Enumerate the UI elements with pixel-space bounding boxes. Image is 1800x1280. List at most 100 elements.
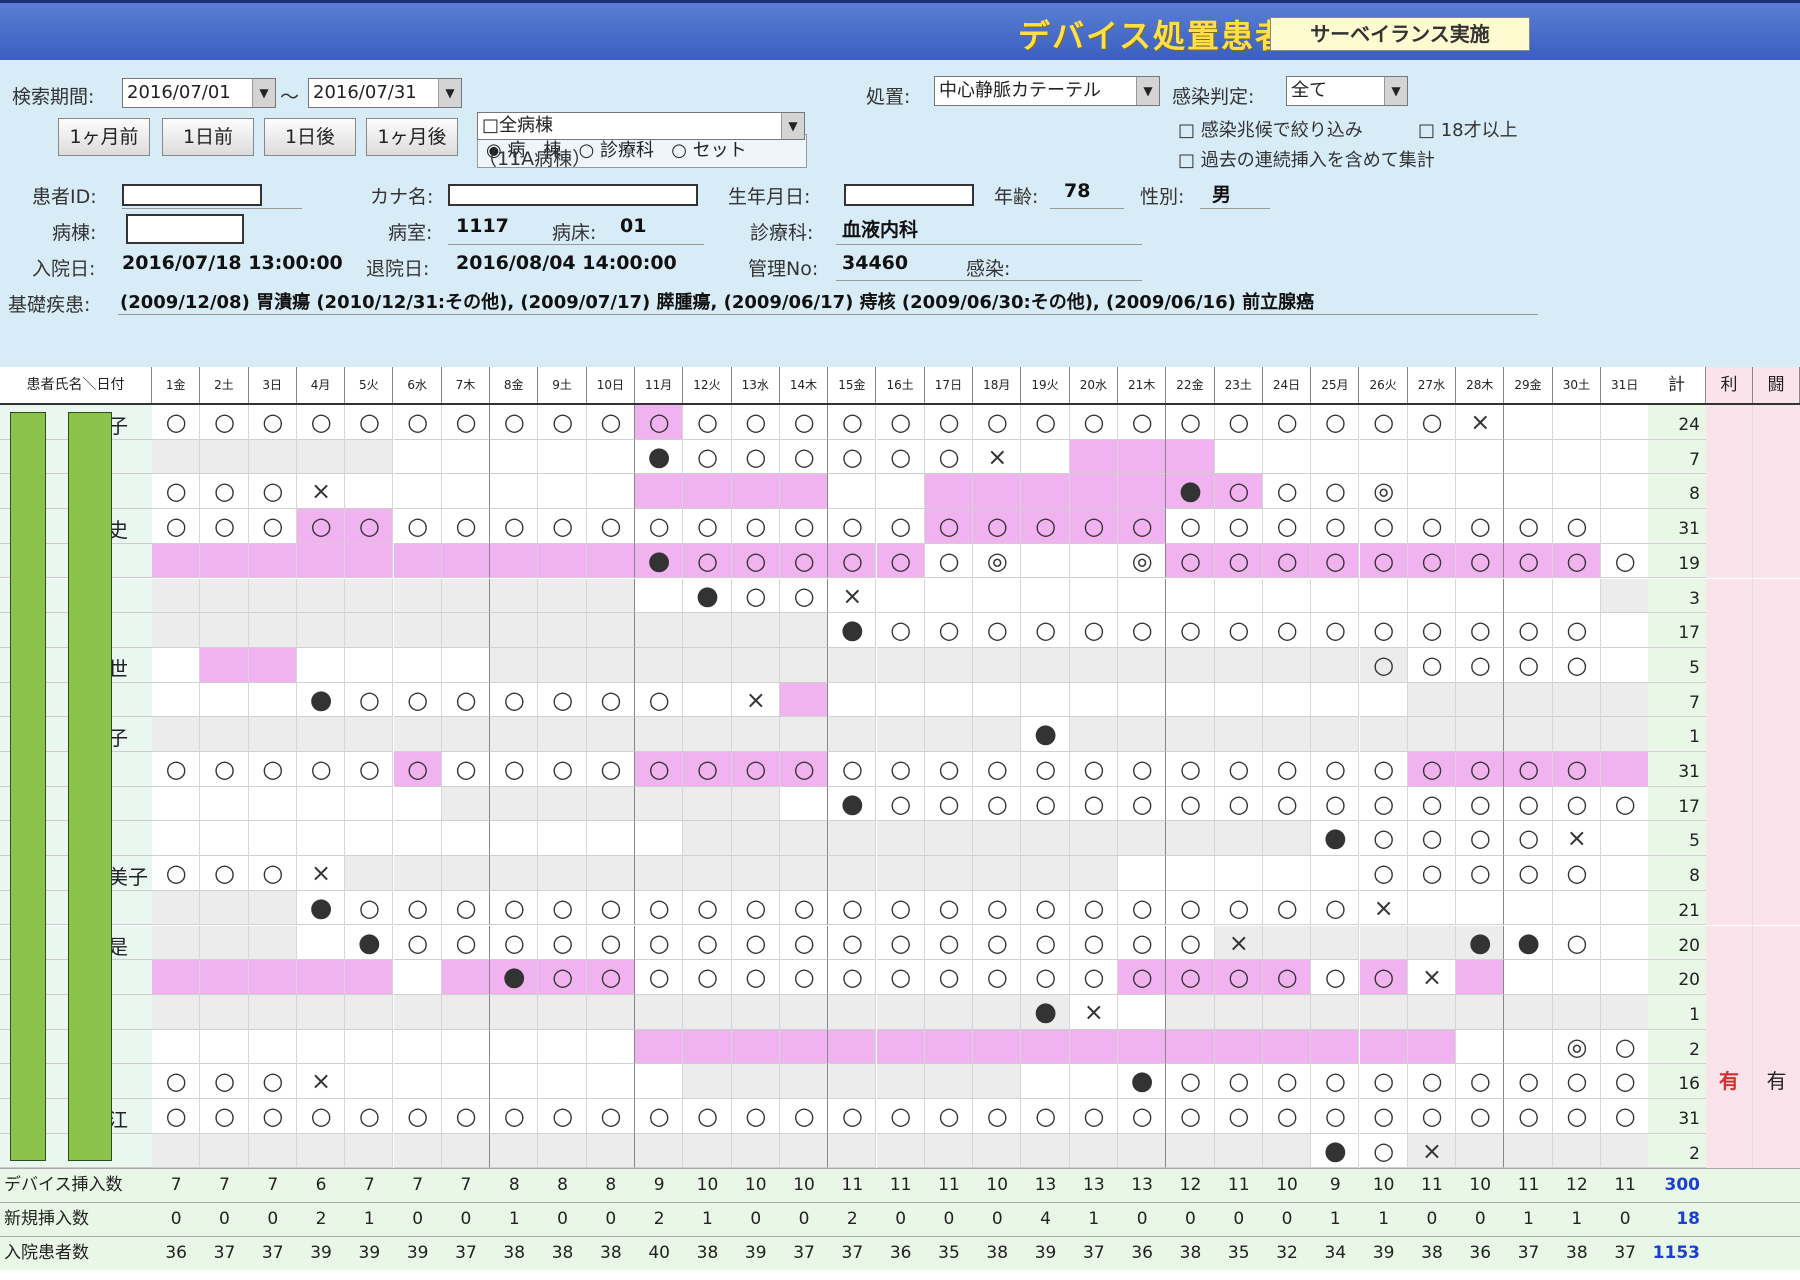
- day-cell[interactable]: [1456, 1133, 1505, 1169]
- date-from-select[interactable]: 2016/07/01 ▼: [122, 78, 276, 108]
- day-cell[interactable]: [1456, 682, 1505, 718]
- day-cell[interactable]: [538, 474, 587, 510]
- day-cell[interactable]: [1407, 439, 1457, 475]
- day-cell[interactable]: [200, 925, 249, 961]
- day-cell[interactable]: [1601, 405, 1650, 440]
- sign-filter-checkbox[interactable]: □ 感染兆候で絞り込み: [1178, 116, 1363, 142]
- day-cell[interactable]: [1407, 474, 1457, 510]
- day-cell[interactable]: [1166, 856, 1215, 891]
- day-cell[interactable]: [441, 994, 491, 1030]
- day-cell[interactable]: [779, 682, 829, 718]
- day-cell[interactable]: [345, 543, 394, 579]
- date-header[interactable]: 29金: [1504, 367, 1553, 403]
- day-cell[interactable]: [876, 578, 925, 614]
- day-cell[interactable]: [586, 474, 635, 510]
- day-cell[interactable]: [296, 1029, 346, 1065]
- day-cell[interactable]: [1214, 717, 1263, 752]
- date-header[interactable]: 31日: [1601, 367, 1650, 403]
- date-header[interactable]: 13水: [731, 367, 780, 403]
- day-cell[interactable]: [345, 960, 394, 995]
- day-cell[interactable]: [393, 960, 442, 995]
- day-cell[interactable]: [1601, 1133, 1650, 1169]
- day-cell[interactable]: [876, 1029, 925, 1065]
- day-cell[interactable]: [731, 786, 780, 822]
- day-cell[interactable]: [1601, 439, 1650, 475]
- date-header[interactable]: 24日: [1262, 367, 1312, 403]
- day-cell[interactable]: [586, 647, 635, 683]
- day-cell[interactable]: [828, 994, 877, 1030]
- day-cell[interactable]: [683, 786, 732, 822]
- day-cell[interactable]: [393, 439, 442, 475]
- date-header[interactable]: 14木: [779, 367, 829, 403]
- day-cell[interactable]: [393, 856, 442, 891]
- day-cell[interactable]: [152, 717, 201, 752]
- date-header[interactable]: 20水: [1069, 367, 1118, 403]
- date-header[interactable]: 10日: [586, 367, 635, 403]
- day-cell[interactable]: [1166, 647, 1215, 683]
- date-header[interactable]: 5火: [345, 367, 394, 403]
- day-cell[interactable]: [1069, 543, 1118, 579]
- day-cell[interactable]: [296, 1133, 346, 1169]
- day-cell[interactable]: [1601, 925, 1650, 961]
- day-cell[interactable]: [1214, 1133, 1263, 1169]
- day-cell[interactable]: [1262, 821, 1312, 857]
- day-cell[interactable]: [490, 613, 539, 648]
- day-cell[interactable]: [1359, 439, 1408, 475]
- day-cell[interactable]: [586, 543, 635, 579]
- day-cell[interactable]: [1552, 717, 1601, 752]
- date-header[interactable]: 8金: [490, 367, 539, 403]
- day-cell[interactable]: [1601, 717, 1650, 752]
- day-cell[interactable]: [1311, 925, 1360, 961]
- day-cell[interactable]: [200, 717, 249, 752]
- day-cell[interactable]: [1069, 474, 1118, 510]
- day-cell[interactable]: [200, 960, 249, 995]
- day-cell[interactable]: [1601, 752, 1650, 787]
- day-cell[interactable]: [490, 1133, 539, 1169]
- date-header[interactable]: 6水: [393, 367, 442, 403]
- day-cell[interactable]: [345, 1064, 394, 1099]
- day-cell[interactable]: [393, 474, 442, 510]
- day-cell[interactable]: [200, 1133, 249, 1169]
- day-cell[interactable]: [1456, 474, 1505, 510]
- day-cell[interactable]: [731, 1029, 780, 1065]
- day-cell[interactable]: [586, 1064, 635, 1099]
- day-cell[interactable]: [538, 821, 587, 857]
- day-cell[interactable]: [248, 578, 297, 614]
- day-cell[interactable]: [152, 543, 201, 579]
- day-cell[interactable]: [538, 613, 587, 648]
- day-cell[interactable]: [1262, 994, 1312, 1030]
- day-cell[interactable]: [635, 647, 684, 683]
- day-cell[interactable]: [1552, 890, 1601, 926]
- day-cell[interactable]: [924, 821, 974, 857]
- day-cell[interactable]: [393, 786, 442, 822]
- day-cell[interactable]: [490, 439, 539, 475]
- day-cell[interactable]: [1456, 439, 1505, 475]
- day-cell[interactable]: [1601, 821, 1650, 857]
- day-cell[interactable]: [779, 613, 829, 648]
- day-cell[interactable]: [683, 821, 732, 857]
- day-cell[interactable]: [1021, 682, 1070, 718]
- past-insertion-checkbox[interactable]: □ 過去の連続挿入を含めて集計: [1178, 146, 1435, 172]
- day-cell[interactable]: [1552, 578, 1601, 614]
- day-cell[interactable]: [248, 717, 297, 752]
- day-cell[interactable]: [635, 994, 684, 1030]
- day-cell[interactable]: [538, 786, 587, 822]
- day-cell[interactable]: [296, 925, 346, 961]
- day-cell[interactable]: [1069, 717, 1118, 752]
- day-cell[interactable]: [538, 543, 587, 579]
- day-cell[interactable]: [731, 856, 780, 891]
- day-cell[interactable]: [490, 717, 539, 752]
- day-cell[interactable]: [1407, 994, 1457, 1030]
- day-cell[interactable]: [779, 647, 829, 683]
- day-cell[interactable]: [296, 786, 346, 822]
- day-cell[interactable]: [1069, 1064, 1118, 1099]
- day-cell[interactable]: [200, 821, 249, 857]
- day-cell[interactable]: [152, 925, 201, 961]
- day-cell[interactable]: [1118, 647, 1167, 683]
- day-cell[interactable]: [828, 474, 877, 510]
- day-cell[interactable]: [683, 1064, 732, 1099]
- date-header[interactable]: 26火: [1359, 367, 1408, 403]
- day-cell[interactable]: [490, 994, 539, 1030]
- day-cell[interactable]: [1214, 682, 1263, 718]
- date-header[interactable]: 4月: [296, 367, 346, 403]
